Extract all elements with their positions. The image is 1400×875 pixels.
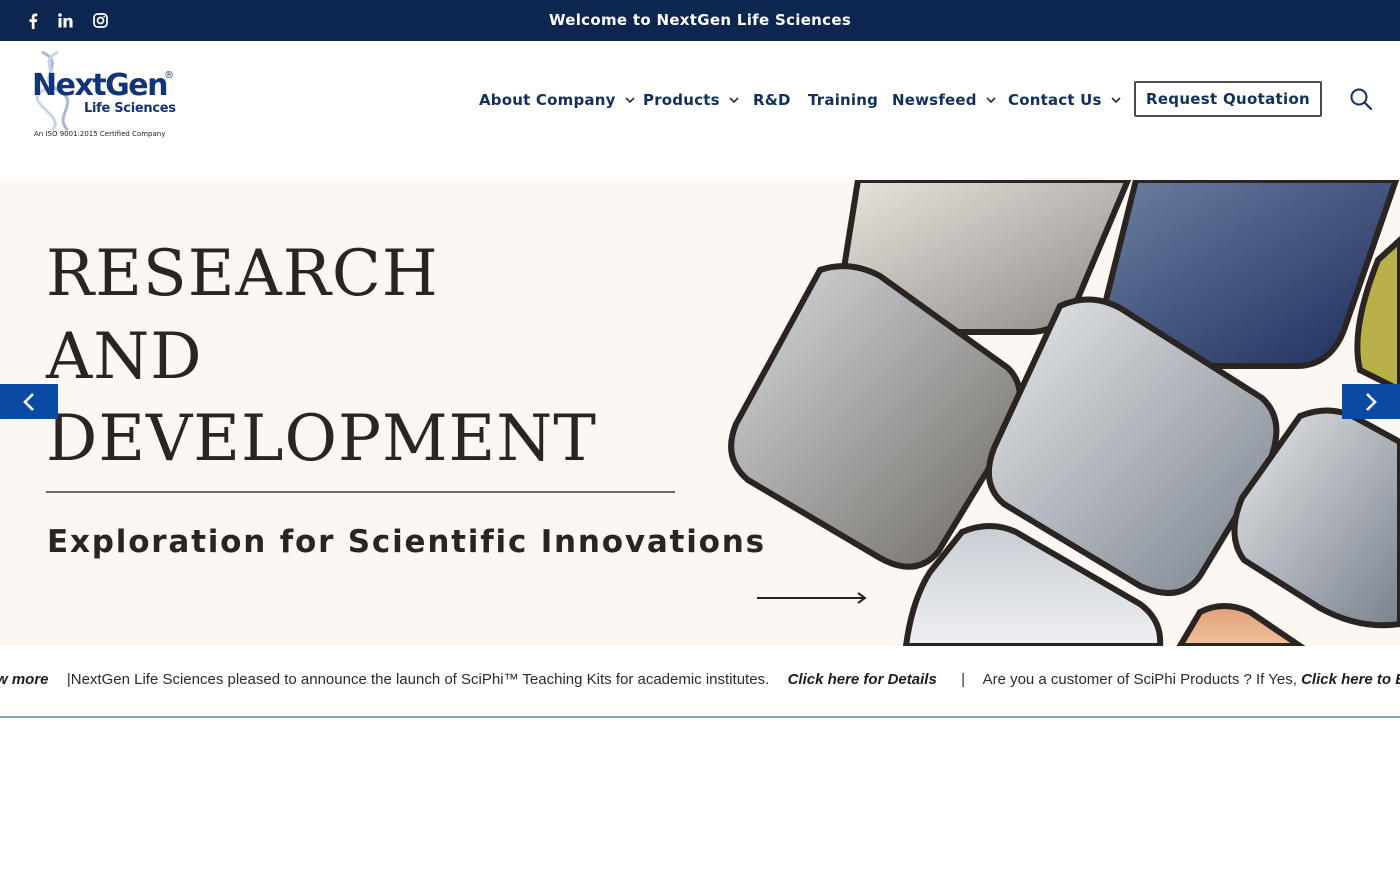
nav-training-label: Training [808, 91, 879, 109]
nav-newsfeed-label: Newsfeed [892, 91, 977, 109]
nav-contact-us[interactable]: Contact Us [1008, 89, 1121, 111]
facebook-icon[interactable] [21, 0, 45, 41]
logo-registered-mark: ® [164, 70, 174, 81]
hero-slider: RESEARCH AND DEVELOPMENT Exploration for… [0, 180, 1400, 646]
nav-newsfeed[interactable]: Newsfeed [892, 89, 996, 111]
slider-prev-button[interactable] [0, 384, 58, 419]
ticker-link-know-more[interactable]: w more [0, 671, 49, 688]
nav-contact-us-label: Contact Us [1008, 91, 1102, 109]
welcome-text: Welcome to NextGen Life Sciences [548, 11, 852, 29]
nav-about-company[interactable]: About Company [479, 89, 635, 111]
chevron-down-icon [1111, 97, 1121, 103]
slider-next-button[interactable] [1342, 384, 1400, 419]
chevron-right-icon [1366, 392, 1377, 411]
search-icon[interactable] [1349, 87, 1373, 111]
ticker-link-enroll[interactable]: Click here to Enroll [1301, 671, 1400, 688]
nav-rd[interactable]: R&D [753, 89, 791, 111]
instagram-icon[interactable] [88, 0, 112, 41]
top-bar: Welcome to NextGen Life Sciences [0, 0, 1400, 41]
nav-rd-label: R&D [753, 91, 791, 109]
nav-products[interactable]: Products [643, 89, 739, 111]
site-logo[interactable]: NextGen ® Life Sciences An ISO 9001:2015… [28, 50, 188, 142]
chevron-left-icon [23, 392, 34, 411]
ticker-text-customer: Are you a customer of SciPhi Products ? … [982, 671, 1297, 688]
logo-subtitle: Life Sciences [84, 101, 176, 116]
nav-products-label: Products [643, 91, 720, 109]
ticker-divider [0, 716, 1400, 718]
ticker-text-teaching-kits: |NextGen Life Sciences pleased to announ… [66, 671, 770, 688]
ticker-link-details[interactable]: Click here for Details [788, 671, 937, 688]
ticker-separator: | [961, 671, 966, 688]
linkedin-icon[interactable] [53, 0, 77, 41]
chevron-down-icon [625, 97, 635, 103]
chevron-down-icon [986, 97, 996, 103]
news-ticker: w more |NextGen Life Sciences pleased to… [0, 663, 1400, 697]
lab-photo-collage [728, 180, 1400, 646]
chevron-down-icon [729, 97, 739, 103]
logo-iso-text: An ISO 9001:2015 Certified Company [34, 130, 166, 138]
request-quotation-button[interactable]: Request Quotation [1134, 81, 1322, 117]
logo-wordmark: NextGen [32, 68, 168, 103]
nav-training[interactable]: Training [808, 89, 878, 111]
nav-about-company-label: About Company [479, 91, 616, 109]
